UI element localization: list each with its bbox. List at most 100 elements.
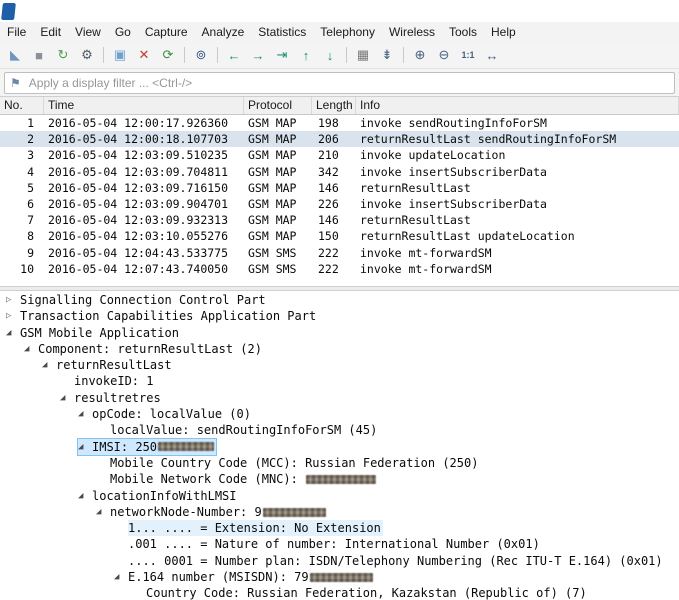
- tree-row[interactable]: ◢IMSI: 250: [0, 439, 679, 455]
- tree-row-text: IMSI: 250: [92, 439, 157, 455]
- tree-row[interactable]: ◢E.164 number (MSISDN): 79: [0, 569, 679, 585]
- go-to-packet-icon[interactable]: ⇥: [271, 45, 293, 65]
- expanded-arrow-icon[interactable]: ◢: [78, 439, 92, 455]
- packet-cell-protocol: GSM MAP: [244, 212, 312, 228]
- stop-capture-icon[interactable]: ■: [28, 45, 50, 65]
- tree-row[interactable]: Mobile Network Code (MNC):: [0, 471, 679, 487]
- packet-cell-info: invoke insertSubscriberData: [356, 196, 679, 212]
- colorize-packets-icon[interactable]: ▦: [352, 45, 374, 65]
- close-file-icon[interactable]: ✕: [133, 45, 155, 65]
- packet-row[interactable]: 52016-05-04 12:03:09.716150GSM MAP146ret…: [0, 180, 679, 196]
- tree-row[interactable]: ◢returnResultLast: [0, 357, 679, 373]
- find-packet-icon[interactable]: ⊚: [190, 45, 212, 65]
- filter-bookmark-icon[interactable]: ⚑: [10, 77, 21, 89]
- packet-row[interactable]: 32016-05-04 12:03:09.510235GSM MAP210inv…: [0, 147, 679, 163]
- restart-capture-icon[interactable]: ↻: [52, 45, 74, 65]
- expanded-arrow-icon[interactable]: ◢: [114, 569, 128, 585]
- tree-row-label: ◢GSM Mobile Application: [6, 325, 181, 341]
- packet-cell-no: 4: [0, 164, 44, 180]
- packet-row[interactable]: 102016-05-04 12:07:43.740050GSM SMS222in…: [0, 261, 679, 277]
- tree-row[interactable]: Mobile Country Code (MCC): Russian Feder…: [0, 455, 679, 471]
- tree-row[interactable]: 1... .... = Extension: No Extension: [0, 520, 679, 536]
- tree-row[interactable]: ◢Component: returnResultLast (2): [0, 341, 679, 357]
- zoom-in-icon[interactable]: ⊕: [409, 45, 431, 65]
- tree-row[interactable]: invokeID: 1: [0, 373, 679, 389]
- menu-item-go[interactable]: Go: [108, 22, 138, 42]
- menu-item-telephony[interactable]: Telephony: [313, 22, 382, 42]
- display-filter-field[interactable]: ⚑: [4, 72, 675, 94]
- packet-cell-no: 3: [0, 147, 44, 163]
- tree-row[interactable]: .... 0001 = Number plan: ISDN/Telephony …: [0, 553, 679, 569]
- packet-row[interactable]: 82016-05-04 12:03:10.055276GSM MAP150ret…: [0, 228, 679, 244]
- tree-row-label: ◢locationInfoWithLMSI: [78, 488, 239, 504]
- menu-item-capture[interactable]: Capture: [138, 22, 195, 42]
- auto-scroll-icon[interactable]: ⇟: [376, 45, 398, 65]
- collapsed-arrow-icon[interactable]: ▷: [6, 292, 20, 308]
- packet-row[interactable]: 42016-05-04 12:03:09.704811GSM MAP342inv…: [0, 164, 679, 180]
- expanded-arrow-icon[interactable]: ◢: [96, 504, 110, 520]
- tree-row[interactable]: ▷Signalling Connection Control Part: [0, 292, 679, 308]
- menu-item-analyze[interactable]: Analyze: [195, 22, 252, 42]
- column-header-time[interactable]: Time: [44, 97, 244, 114]
- expanded-arrow-icon[interactable]: ◢: [42, 357, 56, 373]
- go-forward-icon[interactable]: →: [247, 45, 269, 65]
- column-header-no[interactable]: No.: [0, 97, 44, 114]
- tree-row-label: ◢opCode: localValue (0): [78, 406, 253, 422]
- open-file-icon[interactable]: ▣: [109, 45, 131, 65]
- collapsed-arrow-icon[interactable]: ▷: [6, 308, 20, 324]
- go-back-icon[interactable]: ←: [223, 45, 245, 65]
- expanded-arrow-icon[interactable]: ◢: [60, 390, 74, 406]
- tree-row-text: Signalling Connection Control Part: [20, 292, 266, 308]
- packet-row[interactable]: 12016-05-04 12:00:17.926360GSM MAP198inv…: [0, 115, 679, 131]
- menu-item-file[interactable]: File: [0, 22, 33, 42]
- expanded-arrow-icon[interactable]: ◢: [6, 325, 20, 341]
- tree-row[interactable]: Country Code: Russian Federation, Kazaks…: [0, 585, 679, 600]
- expanded-arrow-icon[interactable]: ◢: [78, 406, 92, 422]
- packet-cell-no: 8: [0, 228, 44, 244]
- tree-row[interactable]: ▷Transaction Capabilities Application Pa…: [0, 308, 679, 324]
- menu-item-wireless[interactable]: Wireless: [382, 22, 442, 42]
- tree-row-label: .001 .... = Nature of number: Internatio…: [128, 536, 542, 552]
- menu-item-tools[interactable]: Tools: [442, 22, 484, 42]
- packet-cell-length: 146: [312, 212, 356, 228]
- packet-row[interactable]: 92016-05-04 12:04:43.533775GSM SMS222inv…: [0, 245, 679, 261]
- packet-list-header: No.TimeProtocolLengthInfo: [0, 97, 679, 115]
- column-header-info[interactable]: Info: [356, 97, 679, 114]
- tree-row-label: ◢E.164 number (MSISDN): 79: [114, 569, 375, 585]
- go-last-packet-icon[interactable]: ↓: [319, 45, 341, 65]
- menu-item-view[interactable]: View: [68, 22, 108, 42]
- packet-cell-info: invoke mt-forwardSM: [356, 245, 679, 261]
- capture-options-icon[interactable]: ⚙: [76, 45, 98, 65]
- zoom-original-icon[interactable]: 1:1: [457, 45, 479, 65]
- zoom-out-icon[interactable]: ⊖: [433, 45, 455, 65]
- menu-item-help[interactable]: Help: [484, 22, 523, 42]
- tree-row[interactable]: ◢GSM Mobile Application: [0, 325, 679, 341]
- resize-columns-icon[interactable]: ↔: [481, 45, 503, 65]
- toolbar-separator: [403, 47, 404, 63]
- column-header-protocol[interactable]: Protocol: [244, 97, 312, 114]
- packet-row[interactable]: 72016-05-04 12:03:09.932313GSM MAP146ret…: [0, 212, 679, 228]
- tree-row[interactable]: ◢networkNode-Number: 9: [0, 504, 679, 520]
- display-filter-input[interactable]: [27, 75, 674, 91]
- tree-row-label: Mobile Country Code (MCC): Russian Feder…: [110, 455, 480, 471]
- tree-row[interactable]: .001 .... = Nature of number: Internatio…: [0, 536, 679, 552]
- tree-row-label: ▷Signalling Connection Control Part: [6, 292, 268, 308]
- start-capture-icon[interactable]: ◣: [4, 45, 26, 65]
- tree-row[interactable]: ◢locationInfoWithLMSI: [0, 488, 679, 504]
- tree-row[interactable]: ◢resultretres: [0, 390, 679, 406]
- packet-row[interactable]: 62016-05-04 12:03:09.904701GSM MAP226inv…: [0, 196, 679, 212]
- menu-item-statistics[interactable]: Statistics: [251, 22, 313, 42]
- menu-item-edit[interactable]: Edit: [33, 22, 68, 42]
- column-header-length[interactable]: Length: [312, 97, 356, 114]
- packet-cell-info: invoke updateLocation: [356, 147, 679, 163]
- expanded-arrow-icon[interactable]: ◢: [78, 488, 92, 504]
- tree-row[interactable]: localValue: sendRoutingInfoForSM (45): [0, 422, 679, 438]
- expanded-arrow-icon[interactable]: ◢: [24, 341, 38, 357]
- packet-cell-no: 1: [0, 115, 44, 131]
- reload-file-icon[interactable]: ⟳: [157, 45, 179, 65]
- tree-row-text: E.164 number (MSISDN): 79: [128, 569, 309, 585]
- go-first-packet-icon[interactable]: ↑: [295, 45, 317, 65]
- packet-row[interactable]: 22016-05-04 12:00:18.107703GSM MAP206ret…: [0, 131, 679, 147]
- tree-row-label: ◢networkNode-Number: 9: [96, 504, 328, 520]
- tree-row[interactable]: ◢opCode: localValue (0): [0, 406, 679, 422]
